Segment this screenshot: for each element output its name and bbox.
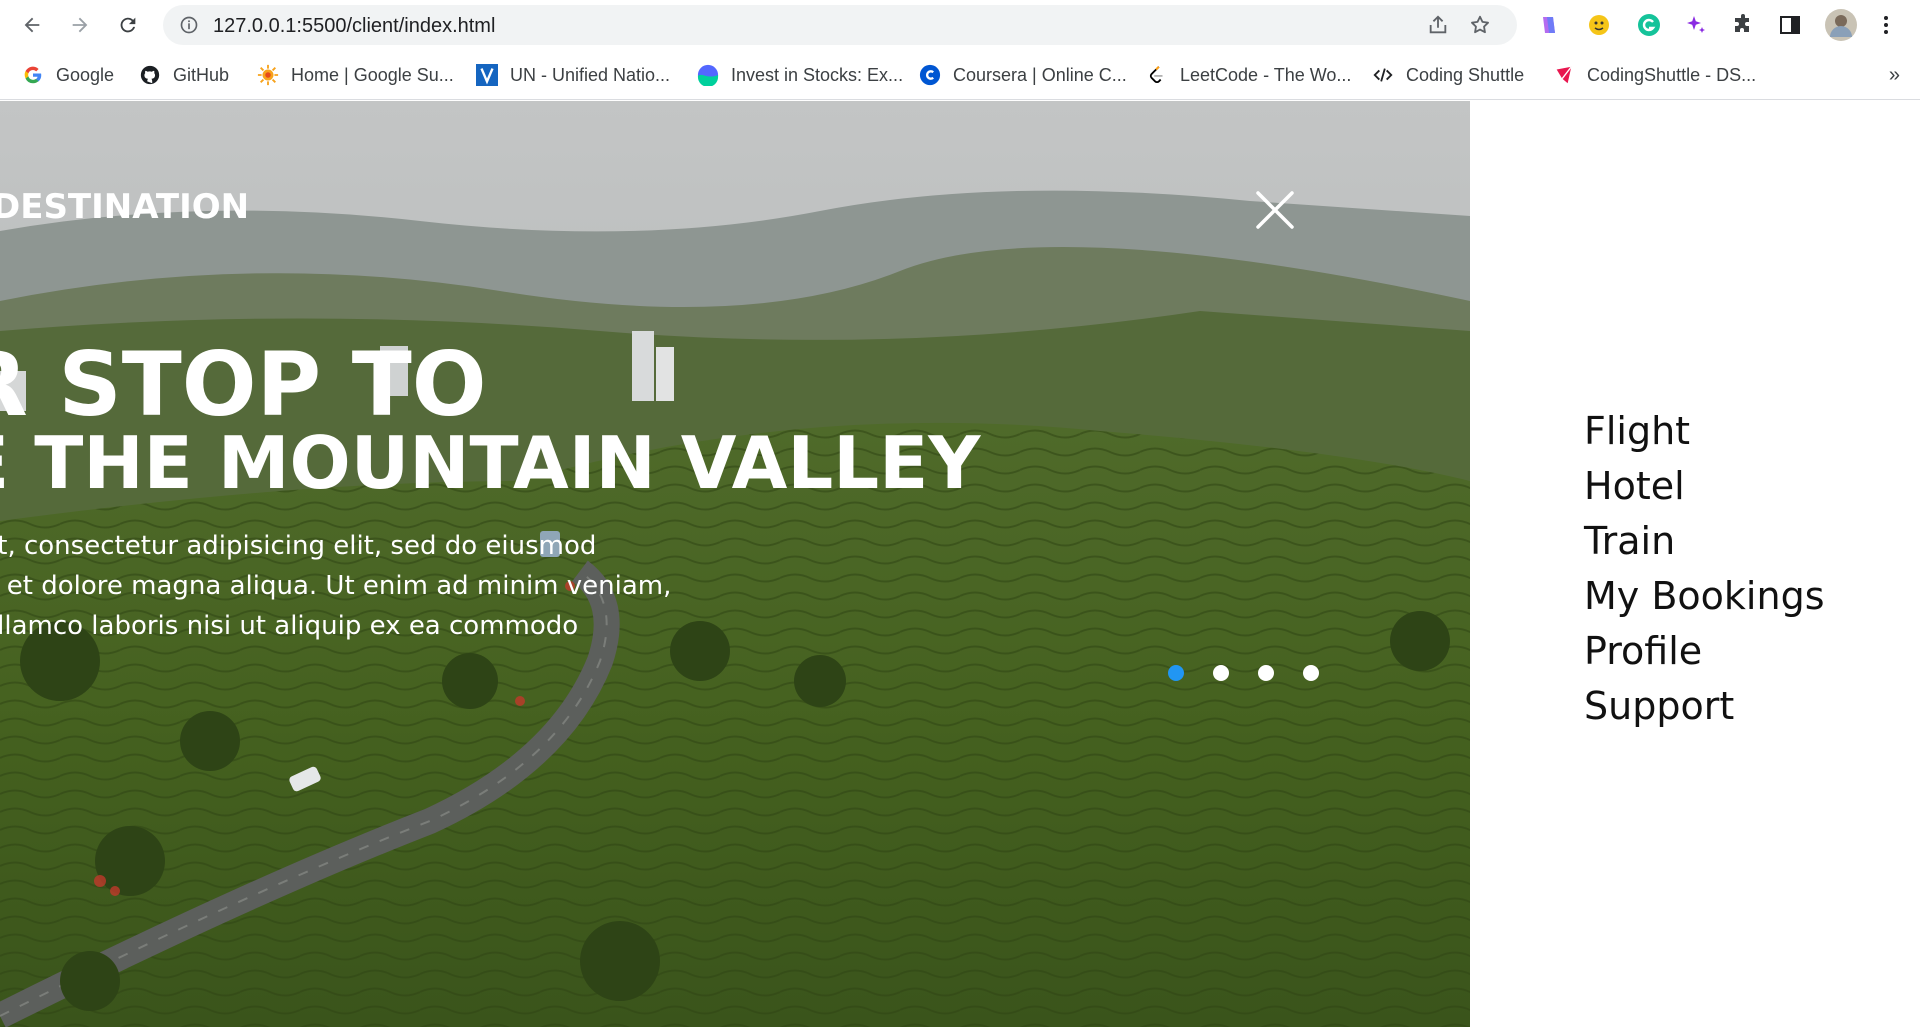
bookmark-leetcode[interactable]: LeetCode - The Wo... — [1146, 62, 1351, 88]
hero-description-line: on ullamco laboris nisi ut aliquip ex ea… — [0, 611, 579, 641]
un-icon — [476, 64, 498, 86]
profile-avatar-icon[interactable] — [1824, 8, 1858, 42]
codingshuttle-icon — [1553, 64, 1575, 86]
side-menu-list: Flight Hotel Train My Bookings Profile S… — [1584, 404, 1825, 734]
bookmark-label: CodingShuttle - DS... — [1587, 64, 1757, 85]
bookmark-label: Home | Google Su... — [291, 64, 454, 85]
hero-headline-line2: E THE MOUNTAIN VALLEY — [0, 421, 981, 505]
bookmark-label: UN - Unified Natio... — [510, 64, 671, 85]
slider-dot[interactable] — [1258, 665, 1274, 681]
bookmark-label: Coding Shuttle — [1406, 64, 1525, 85]
more-bookmarks-icon[interactable]: » — [1889, 64, 1900, 87]
browser-menu-icon[interactable] — [1874, 13, 1898, 37]
hero-description-line: bore et dolore magna aliqua. Ut enim ad … — [0, 571, 672, 601]
extensions-puzzle-icon[interactable] — [1731, 13, 1755, 37]
side-panel-icon[interactable] — [1778, 13, 1802, 37]
address-bar[interactable]: 127.0.0.1:5500/client/index.html — [163, 5, 1517, 45]
bookmark-label: Invest in Stocks: Ex... — [731, 64, 904, 85]
bookmarks-bar: Google GitHub Home | Google Su... UN - U… — [0, 50, 1920, 100]
coursera-icon — [919, 64, 941, 86]
grammarly-icon[interactable] — [1637, 13, 1661, 37]
bookmark-google-summer[interactable]: Home | Google Su... — [257, 62, 454, 88]
bookmark-coursera[interactable]: Coursera | Online C... — [919, 62, 1127, 88]
site-info-icon[interactable] — [179, 15, 199, 35]
site-logo-text[interactable]: DESTINATION — [0, 187, 249, 227]
leetcode-icon — [1146, 64, 1168, 86]
side-menu-panel: Flight Hotel Train My Bookings Profile S… — [1470, 101, 1920, 1027]
extension-emoji-icon[interactable] — [1587, 13, 1611, 37]
extension-gradient-icon[interactable] — [1537, 13, 1561, 37]
google-summer-icon — [257, 64, 279, 86]
bookmark-coding-shuttle[interactable]: Coding Shuttle — [1372, 62, 1524, 88]
bookmark-un[interactable]: UN - Unified Natio... — [476, 62, 670, 88]
bookmark-invest[interactable]: Invest in Stocks: Ex... — [697, 62, 903, 88]
slider-dot[interactable] — [1213, 665, 1229, 681]
close-menu-icon[interactable] — [1250, 185, 1300, 235]
invest-icon — [697, 64, 719, 86]
google-icon — [22, 64, 44, 86]
bookmark-google[interactable]: Google — [22, 62, 114, 88]
bookmark-star-icon[interactable] — [1469, 14, 1491, 36]
menu-item-train[interactable]: Train — [1584, 514, 1825, 569]
menu-item-my-bookings[interactable]: My Bookings — [1584, 569, 1825, 624]
menu-item-profile[interactable]: Profile — [1584, 624, 1825, 679]
back-icon[interactable] — [16, 9, 48, 41]
slider-pagination — [1168, 665, 1319, 681]
github-icon — [139, 64, 161, 86]
share-icon[interactable] — [1427, 14, 1449, 36]
menu-item-flight[interactable]: Flight — [1584, 404, 1825, 459]
menu-item-support[interactable]: Support — [1584, 679, 1825, 734]
page-viewport: DESTINATION R STOP TO E THE MOUNTAIN VAL… — [0, 101, 1920, 1027]
bookmark-codingshuttle-ds[interactable]: CodingShuttle - DS... — [1553, 62, 1756, 88]
sparkle-icon[interactable] — [1684, 13, 1708, 37]
menu-item-hotel[interactable]: Hotel — [1584, 459, 1825, 514]
forward-icon[interactable] — [64, 9, 96, 41]
url-text[interactable]: 127.0.0.1:5500/client/index.html — [213, 15, 495, 38]
hero-description: amet, consectetur adipisicing elit, sed … — [0, 526, 760, 646]
bookmark-label: Coursera | Online C... — [953, 64, 1127, 85]
code-icon — [1372, 64, 1394, 86]
bookmark-github[interactable]: GitHub — [139, 62, 229, 88]
slider-dot[interactable] — [1168, 665, 1184, 681]
reload-icon[interactable] — [112, 9, 144, 41]
bookmark-label: LeetCode - The Wo... — [1180, 64, 1352, 85]
browser-toolbar: 127.0.0.1:5500/client/index.html — [0, 0, 1920, 50]
slider-dot[interactable] — [1303, 665, 1319, 681]
hero-slider: DESTINATION R STOP TO E THE MOUNTAIN VAL… — [0, 101, 1470, 1027]
bookmark-label: Google — [56, 64, 115, 85]
hero-description-line: amet, consectetur adipisicing elit, sed … — [0, 531, 597, 561]
bookmark-label: GitHub — [173, 64, 230, 85]
